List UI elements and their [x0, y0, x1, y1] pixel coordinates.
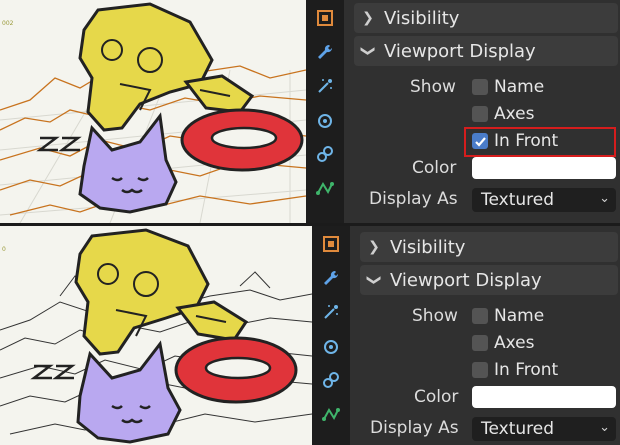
axes-checkbox[interactable]: Axes	[472, 333, 534, 353]
visibility-section-title: Visibility	[384, 7, 460, 29]
chevron-down-icon: ❯	[366, 274, 382, 286]
name-checkbox[interactable]: Name	[472, 306, 544, 326]
name-checkbox[interactable]: Name	[472, 77, 544, 97]
particles-tab[interactable]	[318, 299, 344, 325]
color-swatch[interactable]	[472, 157, 616, 179]
in-front-checkbox-label: In Front	[494, 360, 559, 380]
display-as-dropdown[interactable]: Textured ⌄	[472, 188, 616, 212]
axes-checkbox-label: Axes	[494, 104, 535, 124]
in-front-checkbox[interactable]: In Front	[472, 360, 558, 380]
particles-icon	[324, 305, 338, 319]
axes-checkbox-label: Axes	[494, 333, 535, 353]
properties-tab-column	[312, 226, 350, 445]
constraints-icon	[317, 146, 333, 162]
color-label: Color	[412, 158, 457, 178]
properties-tab-column	[306, 0, 344, 223]
object-icon	[317, 10, 333, 26]
modifiers-tab[interactable]	[312, 39, 338, 65]
axes-checkbox[interactable]: Axes	[472, 104, 534, 124]
color-label: Color	[414, 387, 459, 407]
name-checkbox-label: Name	[494, 77, 545, 97]
bottom-screenshot: 0 ❯ Visibility ❯ Viewport Display Show N…	[0, 226, 620, 445]
visibility-section-header[interactable]: ❯ Visibility	[354, 3, 618, 33]
data-tab[interactable]	[312, 175, 338, 201]
viewport-top[interactable]: 002	[0, 0, 306, 223]
wrench-icon	[318, 44, 333, 59]
object-tab[interactable]	[312, 5, 338, 31]
checkbox-box[interactable]	[472, 79, 488, 95]
checkbox-box[interactable]	[472, 308, 488, 324]
chevron-right-icon: ❯	[362, 10, 374, 26]
display-as-value: Textured	[481, 190, 555, 210]
viewport-scene	[0, 0, 306, 223]
data-tab[interactable]	[318, 401, 344, 427]
object-icon	[323, 236, 339, 252]
visibility-section-header[interactable]: ❯ Visibility	[360, 232, 618, 262]
display-as-dropdown[interactable]: Textured ⌄	[472, 417, 616, 441]
physics-icon	[318, 114, 332, 128]
checkbox-box[interactable]	[472, 362, 488, 378]
show-label: Show	[410, 77, 456, 97]
modifiers-tab[interactable]	[318, 265, 344, 291]
data-icon	[316, 182, 334, 195]
object-tab[interactable]	[318, 231, 344, 257]
constraints-tab[interactable]	[312, 141, 338, 167]
particles-tab[interactable]	[312, 73, 338, 99]
constraints-icon	[323, 372, 339, 388]
dropdown-arrow-icon: ⌄	[599, 191, 610, 206]
top-screenshot: 002 ❯ Visibility ❯ Viewport Display Show…	[0, 0, 620, 223]
torus-mesh	[174, 336, 298, 404]
particles-icon	[318, 79, 332, 93]
checkbox-box[interactable]	[472, 133, 488, 149]
object-properties-panel: ❯ Visibility ❯ Viewport Display Show Nam…	[344, 0, 620, 223]
physics-tab[interactable]	[312, 107, 338, 133]
viewport-display-section-header[interactable]: ❯ Viewport Display	[360, 265, 618, 295]
viewport-corner-label: 002	[2, 20, 14, 27]
name-checkbox-label: Name	[494, 306, 545, 326]
chevron-down-icon: ❯	[360, 45, 376, 57]
torus-mesh	[180, 108, 304, 172]
chevron-right-icon: ❯	[368, 239, 380, 255]
display-as-label: Display As	[370, 418, 459, 438]
constraints-tab[interactable]	[318, 367, 344, 393]
display-as-value: Textured	[481, 419, 555, 439]
dropdown-arrow-icon: ⌄	[599, 420, 610, 435]
checkmark-icon	[474, 136, 486, 147]
in-front-checkbox-label: In Front	[494, 131, 559, 151]
physics-icon	[324, 340, 338, 354]
physics-tab[interactable]	[318, 333, 344, 359]
checkbox-box[interactable]	[472, 106, 488, 122]
viewport-display-section-title: Viewport Display	[384, 40, 536, 62]
data-icon	[322, 408, 340, 421]
viewport-display-section-title: Viewport Display	[390, 269, 542, 291]
show-label: Show	[412, 306, 458, 326]
visibility-section-title: Visibility	[390, 236, 466, 258]
display-as-label: Display As	[369, 189, 458, 209]
color-swatch[interactable]	[472, 386, 616, 408]
checkbox-box[interactable]	[472, 335, 488, 351]
viewport-corner-label: 0	[2, 246, 6, 253]
in-front-checkbox[interactable]: In Front	[472, 131, 558, 151]
viewport-display-section-header[interactable]: ❯ Viewport Display	[354, 36, 618, 66]
object-properties-panel: ❯ Visibility ❯ Viewport Display Show Nam…	[350, 226, 620, 445]
viewport-bottom[interactable]: 0	[0, 226, 312, 445]
wrench-icon	[324, 270, 339, 285]
viewport-scene	[0, 226, 312, 445]
